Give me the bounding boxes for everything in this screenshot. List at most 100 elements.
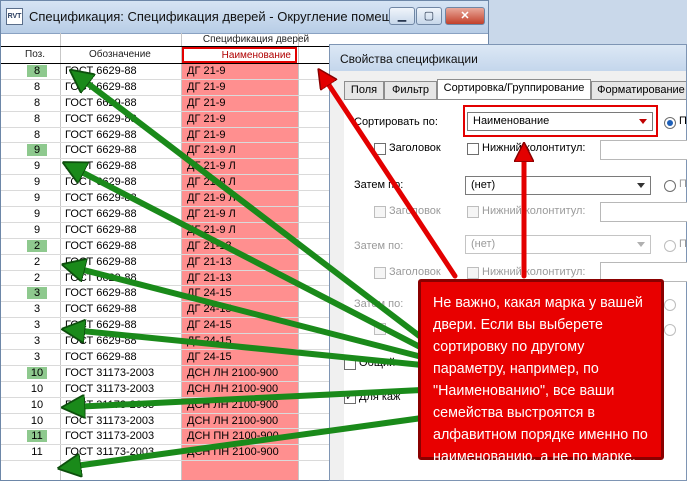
grand-totals-checkbox[interactable] (344, 358, 356, 370)
tab-fields[interactable]: Поля (344, 81, 384, 99)
cell-designation: ГОСТ 6629-88 (65, 144, 137, 157)
dialog-title-bar[interactable]: Свойства спецификации (330, 45, 686, 71)
column-header-name-highlight[interactable]: Наименование (182, 47, 297, 63)
cell-designation: ГОСТ 6629-88 (65, 335, 137, 348)
cell-position: 9 (33, 223, 41, 236)
cell-position: 8 (27, 65, 47, 77)
close-button[interactable]: ✕ (445, 7, 485, 25)
footer-checkbox-1[interactable] (467, 143, 479, 155)
dialog-title: Свойства спецификации (340, 52, 478, 66)
sort-by-label: Сортировать по: (354, 116, 438, 128)
cell-name: ДГ 21-9 Л (187, 192, 236, 205)
cell-designation: ГОСТ 31173-2003 (65, 430, 155, 443)
cell-name: ДСН ЛН 2100-900 (187, 414, 279, 427)
footer-checkbox-3[interactable] (467, 267, 479, 279)
sort-by-highlight (463, 105, 658, 137)
column-header-name: Наименование (221, 50, 291, 61)
cell-position: 9 (33, 176, 41, 189)
explanation-callout: Не важно, какая марка у вашей двери. Есл… (418, 279, 664, 465)
then-by-label-2: Затем по: (354, 240, 404, 252)
cell-name: ДГ 21-9 (187, 80, 226, 93)
cell-name: ДГ 24-15 (187, 351, 232, 364)
cell-designation: ГОСТ 6629-88 (65, 96, 137, 109)
cell-designation: ГОСТ 31173-2003 (65, 366, 155, 379)
then-by-ascending-label-1: По (679, 178, 687, 190)
then-by-label-3: Затем по: (354, 298, 404, 310)
header-checkbox-2[interactable] (374, 206, 386, 218)
cell-designation: ГОСТ 31173-2003 (65, 382, 155, 395)
chevron-down-icon (637, 242, 645, 247)
cell-designation: ГОСТ 6629-88 (65, 255, 137, 268)
cell-name: ДСН ЛН 2100-900 (187, 382, 279, 395)
column-header-pos[interactable]: Поз. (25, 49, 45, 60)
footer-field-2[interactable] (600, 202, 687, 222)
maximize-button[interactable]: ▢ (416, 7, 442, 25)
footer-label-1: Нижний колонтитул: (482, 142, 586, 154)
schedule-title-bar[interactable]: RVT Спецификация: Спецификация дверей - … (1, 1, 488, 34)
footer-field-1[interactable] (600, 140, 687, 160)
then-by-ascending-radio-3[interactable] (664, 299, 676, 311)
sort-ascending-label: По (679, 115, 687, 127)
footer-checkbox-2[interactable] (467, 206, 479, 218)
sort-ascending-radio[interactable] (664, 117, 676, 129)
cell-position: 2 (27, 239, 47, 252)
cell-position: 3 (33, 335, 41, 348)
then-by-select-2[interactable]: (нет) (465, 235, 651, 254)
cell-position: 9 (33, 192, 41, 205)
cell-name: ДГ 21-9 (187, 96, 226, 109)
cell-position: 3 (27, 287, 47, 300)
cell-name: ДГ 24-15 (187, 335, 232, 348)
header-checkbox-3[interactable] (374, 267, 386, 279)
cell-designation: ГОСТ 6629-88 (65, 160, 137, 173)
cell-position: 10 (30, 414, 44, 427)
then-by-ascending-label-2: По (679, 238, 687, 250)
tab-filter[interactable]: Фильтр (384, 81, 437, 99)
cell-designation: ГОСТ 31173-2003 (65, 446, 155, 459)
footer-label-2: Нижний колонтитул: (482, 205, 586, 217)
cell-position: 8 (33, 80, 41, 93)
cell-position: 8 (33, 112, 41, 125)
cell-position: 9 (33, 160, 41, 173)
then-by-ascending-radio-2[interactable] (664, 240, 676, 252)
cell-name: ДГ 21-9 (187, 65, 226, 77)
cell-designation: ГОСТ 6629-88 (65, 65, 137, 77)
cell-position: 3 (33, 303, 41, 316)
cell-position: 2 (33, 271, 41, 284)
cell-designation: ГОСТ 6629-88 (65, 303, 137, 316)
header-checkbox-4[interactable] (374, 323, 386, 335)
cell-designation: ГОСТ 6629-88 (65, 239, 137, 252)
cell-designation: ГОСТ 6629-88 (65, 287, 137, 300)
tab-formatting[interactable]: Форматирование (591, 81, 686, 99)
column-header-designation[interactable]: Обозначение (89, 49, 151, 60)
cell-position: 10 (30, 398, 44, 411)
cell-position: 10 (27, 366, 47, 379)
header-checkbox-1[interactable] (374, 143, 386, 155)
cell-name: ДСН ПН 2100-900 (187, 446, 279, 459)
grand-totals-label: Общий (359, 357, 396, 369)
then-by-value-2: (нет) (471, 238, 496, 250)
chevron-down-icon (637, 183, 645, 188)
cell-position: 8 (33, 96, 41, 109)
cell-name: ДГ 21-13 (187, 271, 232, 284)
tab-sorting-grouping[interactable]: Сортировка/Группирование (437, 79, 591, 100)
schedule-title: Спецификация дверей (202, 34, 310, 45)
cell-position: 11 (31, 446, 43, 459)
cell-name: ДГ 21-9 (187, 112, 226, 125)
cell-designation: ГОСТ 6629-88 (65, 112, 137, 125)
cell-position: 3 (33, 351, 41, 364)
then-by-select-1[interactable]: (нет) (465, 176, 651, 195)
itemize-label: Для каж (359, 391, 401, 403)
header-label-3: Заголовок (389, 266, 441, 278)
cell-name: ДГ 21-9 Л (187, 208, 236, 221)
cell-position: 3 (33, 319, 41, 332)
cell-name: ДГ 21-13 (187, 255, 232, 268)
cell-name: ДСН ЛН 2100-900 (187, 366, 279, 379)
cell-name: ДГ 21-13 (187, 239, 232, 252)
itemize-checkbox[interactable] (344, 390, 356, 404)
header-label-1: Заголовок (389, 142, 441, 154)
cell-name: ДГ 21-9 Л (187, 160, 236, 173)
then-by-ascending-radio-1[interactable] (664, 180, 676, 192)
then-by-ascending-radio-4[interactable] (664, 324, 676, 336)
minimize-button[interactable]: ▁ (389, 7, 415, 25)
cell-designation: ГОСТ 6629-88 (65, 80, 137, 93)
